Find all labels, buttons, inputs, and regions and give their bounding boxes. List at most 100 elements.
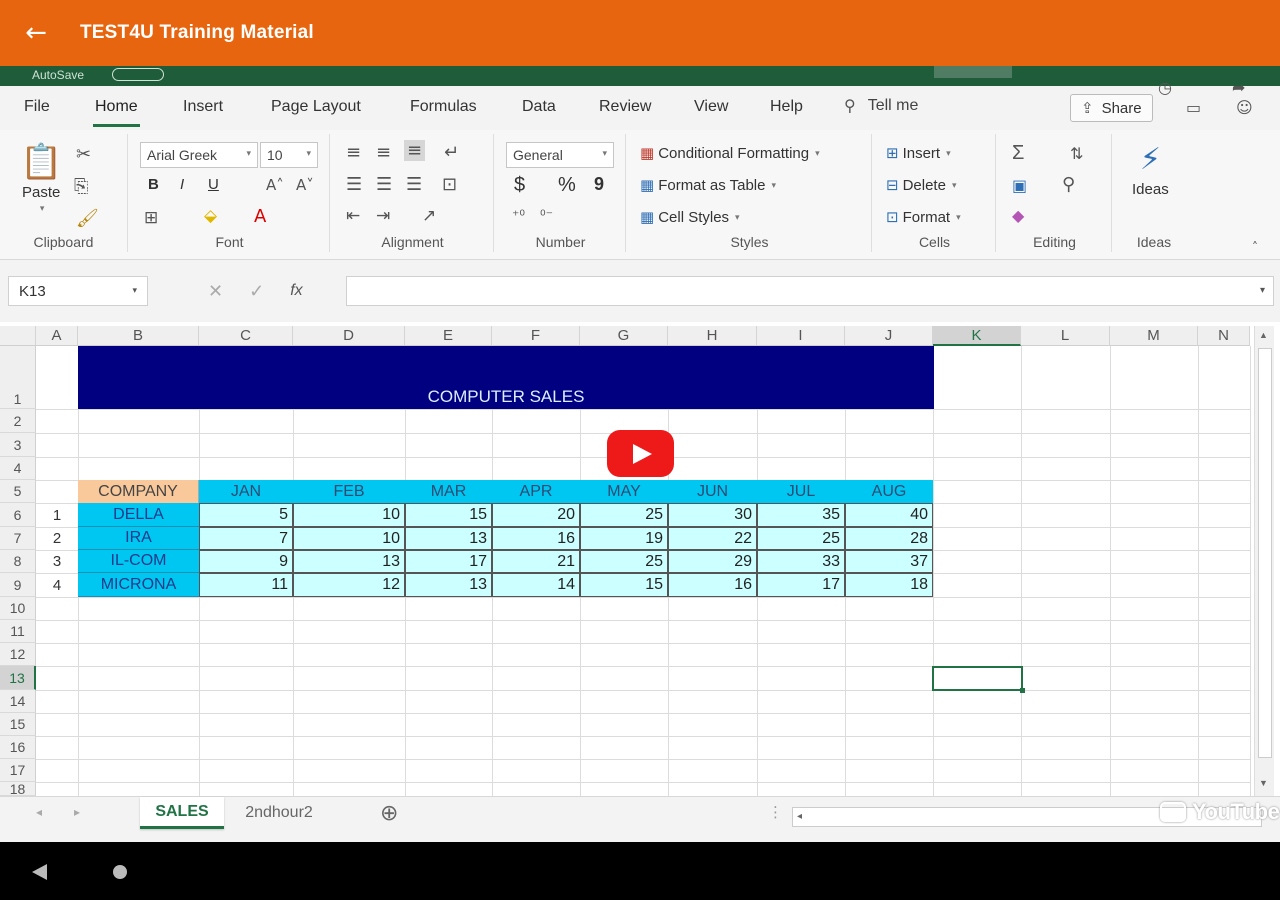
selected-cell-k13[interactable] bbox=[932, 666, 1025, 693]
insert-function-icon[interactable]: fx bbox=[290, 282, 302, 300]
row-header-11[interactable]: 11 bbox=[0, 620, 36, 643]
column-header-i[interactable]: I bbox=[757, 326, 845, 346]
tab-home[interactable]: Home bbox=[93, 98, 140, 127]
cell-month-header[interactable]: JUN bbox=[668, 480, 757, 503]
cell-row-number[interactable]: 3 bbox=[36, 550, 78, 573]
cell-month-header[interactable]: AUG bbox=[845, 480, 933, 503]
cell-month-header[interactable]: JUL bbox=[757, 480, 845, 503]
cell-row-number[interactable]: 1 bbox=[36, 503, 78, 527]
decrease-indent-icon[interactable]: ⇤ bbox=[346, 206, 360, 226]
row-header-10[interactable]: 10 bbox=[0, 597, 36, 620]
row-header-9[interactable]: 9 bbox=[0, 573, 36, 597]
cell-value[interactable]: 21 bbox=[492, 550, 580, 573]
vertical-scroll-thumb[interactable] bbox=[1258, 348, 1272, 758]
orientation-icon[interactable]: ↗ bbox=[422, 206, 436, 226]
row-header-18[interactable]: 18 bbox=[0, 782, 36, 796]
cell-value[interactable]: 17 bbox=[757, 573, 845, 597]
clear-icon[interactable]: ◆ bbox=[1012, 206, 1024, 225]
row-header-1[interactable]: 1 bbox=[0, 346, 36, 409]
decrease-decimal-icon[interactable]: ⁰⁻ bbox=[540, 208, 553, 224]
worksheet-grid[interactable]: A B C D E F G H I J K L M N 1 2 3 4 5 6 7 8 9 10 11 12 13 14 15 16 17 1… bbox=[0, 322, 1280, 796]
sheet-tab-2ndhour2[interactable]: 2ndhour2 bbox=[226, 797, 332, 829]
name-box[interactable]: K13 ▾ bbox=[8, 276, 148, 306]
comments-icon[interactable]: ▭ bbox=[1186, 98, 1201, 117]
cell-value[interactable]: 13 bbox=[405, 573, 492, 597]
cell-value[interactable]: 13 bbox=[405, 527, 492, 550]
font-name-select[interactable]: Arial Greek ▾ bbox=[140, 142, 258, 168]
row-header-8[interactable]: 8 bbox=[0, 550, 36, 573]
column-header-j[interactable]: J bbox=[845, 326, 933, 346]
nav-back-icon[interactable] bbox=[32, 864, 47, 880]
column-header-c[interactable]: C bbox=[199, 326, 293, 346]
autosave-toggle[interactable] bbox=[112, 68, 164, 81]
row-header-12[interactable]: 12 bbox=[0, 643, 36, 666]
tab-split-handle[interactable]: ⋮ bbox=[768, 803, 783, 821]
cell-value[interactable]: 5 bbox=[199, 503, 293, 527]
conditional-formatting-button[interactable]: ▦ Conditional Formatting ▾ bbox=[640, 144, 820, 162]
increase-font-icon[interactable]: A˄ bbox=[266, 176, 284, 194]
format-painter-icon[interactable]: 🖌 bbox=[76, 208, 99, 229]
tab-view[interactable]: View bbox=[694, 98, 728, 116]
align-center-icon[interactable]: ☰ bbox=[376, 174, 392, 195]
back-arrow-icon[interactable]: ← bbox=[0, 0, 72, 66]
row-header-2[interactable]: 2 bbox=[0, 409, 36, 433]
enter-icon[interactable]: ✓ bbox=[249, 281, 264, 302]
column-header-k[interactable]: K bbox=[933, 326, 1021, 346]
next-sheet-icon[interactable]: ▸ bbox=[74, 805, 80, 819]
cell-value[interactable]: 15 bbox=[580, 573, 668, 597]
cell-value[interactable]: 29 bbox=[668, 550, 757, 573]
cell-value[interactable]: 20 bbox=[492, 503, 580, 527]
vertical-scrollbar[interactable]: ▲ ▼ bbox=[1254, 326, 1274, 796]
tab-insert[interactable]: Insert bbox=[183, 98, 223, 116]
align-middle-icon[interactable]: ≡ bbox=[376, 142, 391, 163]
paste-button[interactable]: 📋 Paste ▾ bbox=[20, 142, 62, 214]
comma-button[interactable]: 9 bbox=[594, 174, 604, 195]
tab-help[interactable]: Help bbox=[770, 98, 803, 116]
formula-input[interactable]: ▾ bbox=[346, 276, 1274, 306]
cell-value[interactable]: 35 bbox=[757, 503, 845, 527]
cell-value[interactable]: 28 bbox=[845, 527, 933, 550]
fill-icon[interactable]: ▣ bbox=[1012, 176, 1027, 195]
bold-button[interactable]: B bbox=[148, 176, 159, 193]
cell-value[interactable]: 33 bbox=[757, 550, 845, 573]
find-select-icon[interactable]: ⚲ bbox=[1062, 174, 1075, 195]
delete-cells-button[interactable]: ⊟ Delete ▾ bbox=[886, 176, 956, 194]
column-header-l[interactable]: L bbox=[1021, 326, 1110, 346]
scroll-left-icon[interactable]: ◂ bbox=[797, 811, 802, 822]
emoji-icon[interactable]: ☺ bbox=[1236, 98, 1253, 117]
tell-me-search[interactable]: ⚲ Tell me bbox=[844, 96, 918, 115]
share-button[interactable]: ⇪ Share bbox=[1070, 94, 1153, 122]
cell-month-header[interactable]: APR bbox=[492, 480, 580, 503]
row-header-17[interactable]: 17 bbox=[0, 759, 36, 782]
tab-data[interactable]: Data bbox=[522, 98, 556, 116]
number-format-select[interactable]: General ▾ bbox=[506, 142, 614, 168]
cell-value[interactable]: 25 bbox=[757, 527, 845, 550]
decrease-font-icon[interactable]: A˅ bbox=[296, 176, 314, 194]
prev-sheet-icon[interactable]: ◂ bbox=[36, 805, 42, 819]
underline-button[interactable]: U bbox=[208, 176, 219, 193]
ideas-button[interactable]: ⚡ Ideas bbox=[1132, 142, 1169, 198]
row-header-5[interactable]: 5 bbox=[0, 480, 36, 503]
column-header-d[interactable]: D bbox=[293, 326, 405, 346]
autosum-button[interactable]: Σ bbox=[1012, 142, 1024, 165]
cell-company[interactable]: MICRONA bbox=[78, 573, 199, 597]
sign-in-button[interactable] bbox=[934, 66, 1012, 78]
nav-home-icon[interactable] bbox=[113, 865, 127, 879]
cell-value[interactable]: 10 bbox=[293, 527, 405, 550]
cell-row-number[interactable]: 4 bbox=[36, 573, 78, 597]
tab-review[interactable]: Review bbox=[599, 98, 651, 116]
collapse-ribbon-icon[interactable]: ˄ bbox=[1252, 240, 1258, 254]
cell-value[interactable]: 25 bbox=[580, 503, 668, 527]
cell-value[interactable]: 10 bbox=[293, 503, 405, 527]
cell-value[interactable]: 9 bbox=[199, 550, 293, 573]
column-header-h[interactable]: H bbox=[668, 326, 757, 346]
column-header-f[interactable]: F bbox=[492, 326, 580, 346]
row-header-7[interactable]: 7 bbox=[0, 527, 36, 550]
align-left-icon[interactable]: ☰ bbox=[346, 174, 362, 195]
cut-icon[interactable]: ✂ bbox=[76, 144, 91, 165]
increase-decimal-icon[interactable]: ⁺⁰ bbox=[512, 208, 525, 224]
cell-value[interactable]: 30 bbox=[668, 503, 757, 527]
sort-filter-icon[interactable]: ⇅ bbox=[1070, 144, 1083, 163]
cell-value[interactable]: 13 bbox=[293, 550, 405, 573]
cell-value[interactable]: 15 bbox=[405, 503, 492, 527]
